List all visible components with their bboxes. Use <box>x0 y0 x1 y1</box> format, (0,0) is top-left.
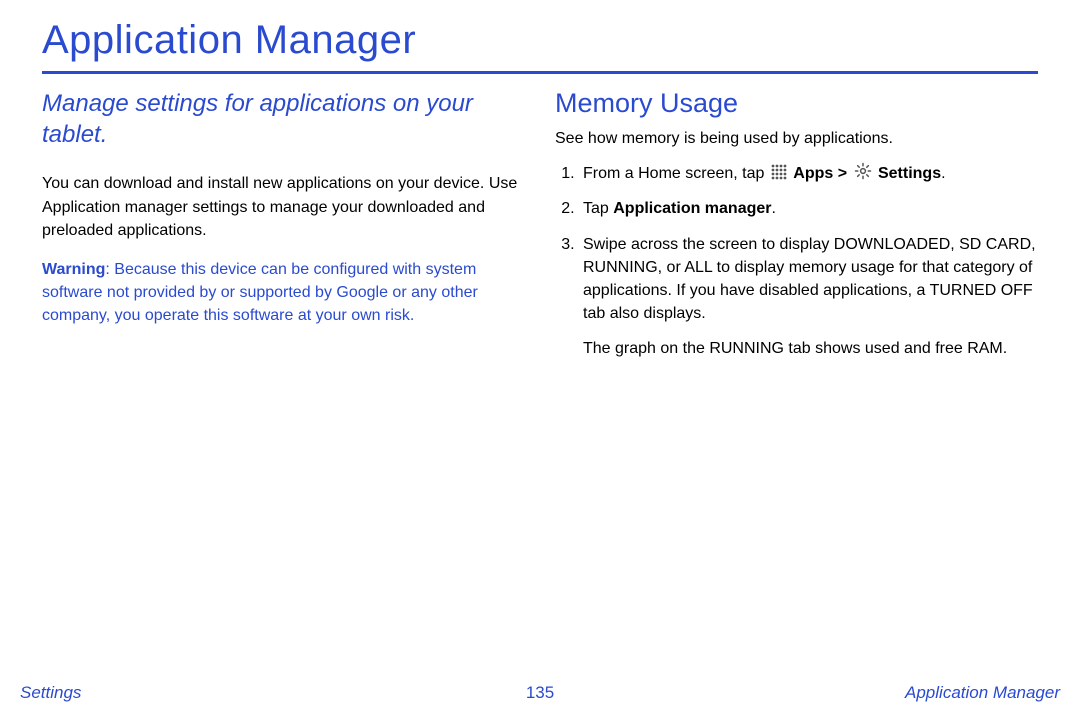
after-list-paragraph: The graph on the RUNNING tab shows used … <box>583 337 1038 360</box>
step1-separator: > <box>833 165 851 182</box>
intro-paragraph: You can download and install new applica… <box>42 172 525 242</box>
memory-usage-intro: See how memory is being used by applicat… <box>555 127 1038 150</box>
footer-right: Application Manager <box>905 683 1060 703</box>
step2-prefix: Tap <box>583 200 613 217</box>
page-title: Application Manager <box>42 18 1038 74</box>
steps-list: From a Home screen, tap Apps > Settings.… <box>555 162 1038 325</box>
step1-settings-label: Settings <box>878 165 941 182</box>
memory-usage-heading: Memory Usage <box>555 88 1038 119</box>
page-footer: Settings 135 Application Manager <box>0 680 1080 706</box>
step2-bold: Application manager <box>613 200 771 217</box>
step-2: Tap Application manager. <box>579 197 1038 220</box>
footer-left: Settings <box>20 683 81 703</box>
page-subtitle: Manage settings for applications on your… <box>42 88 525 150</box>
left-column: Manage settings for applications on your… <box>42 88 525 361</box>
step1-suffix: . <box>941 165 945 182</box>
step1-prefix: From a Home screen, tap <box>583 165 769 182</box>
step1-apps-label: Apps <box>793 165 833 182</box>
footer-page-number: 135 <box>526 683 554 703</box>
settings-gear-icon <box>854 162 872 180</box>
content-columns: Manage settings for applications on your… <box>42 88 1038 361</box>
step2-suffix: . <box>772 200 776 217</box>
warning-text: : Because this device can be configured … <box>42 261 478 324</box>
warning-paragraph: Warning: Because this device can be conf… <box>42 258 525 328</box>
step-3: Swipe across the screen to display DOWNL… <box>579 233 1038 326</box>
warning-label: Warning <box>42 261 105 278</box>
apps-grid-icon <box>771 164 787 180</box>
right-column: Memory Usage See how memory is being use… <box>555 88 1038 361</box>
step-1: From a Home screen, tap Apps > Settings. <box>579 162 1038 185</box>
